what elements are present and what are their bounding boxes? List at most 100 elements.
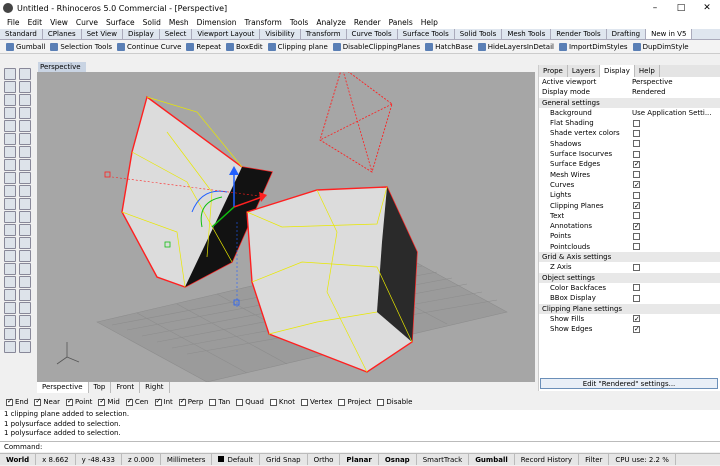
left-tool-11-1-icon[interactable] xyxy=(19,211,31,223)
left-tool-11-0-icon[interactable] xyxy=(4,211,16,223)
left-tool-4-0-icon[interactable] xyxy=(4,120,16,132)
panel-tab-layers[interactable]: Layers xyxy=(568,65,601,77)
osnap-perp[interactable]: Perp xyxy=(178,397,203,406)
left-tool-0-1-icon[interactable] xyxy=(19,68,31,80)
left-tool-2-1-icon[interactable] xyxy=(19,94,31,106)
left-tool-20-0-icon[interactable] xyxy=(4,328,16,340)
status-grid-snap[interactable]: Grid Snap xyxy=(260,454,308,465)
viewport-tab-right[interactable]: Right xyxy=(140,382,170,393)
viewport-title[interactable]: Perspective ▾ xyxy=(38,62,86,81)
osnap-end-checkbox[interactable] xyxy=(6,397,13,406)
left-tool-5-0-icon[interactable] xyxy=(4,133,16,145)
units-status[interactable]: Millimeters xyxy=(161,454,213,465)
menu-item-panels[interactable]: Panels xyxy=(385,16,417,29)
left-tool-18-0-icon[interactable] xyxy=(4,302,16,314)
command-line[interactable]: Command: xyxy=(0,441,720,452)
osnap-tan[interactable]: Tan xyxy=(209,398,230,406)
color-backfaces-checkbox[interactable] xyxy=(633,284,640,292)
flat-shading-checkbox[interactable] xyxy=(633,119,640,127)
z-axis-checkbox[interactable] xyxy=(633,263,640,271)
menu-item-analyze[interactable]: Analyze xyxy=(312,16,350,29)
tab-select[interactable]: Select xyxy=(160,29,193,39)
menu-item-dimension[interactable]: Dimension xyxy=(193,16,241,29)
edit-rendered-settings-button[interactable]: Edit "Rendered" settings... xyxy=(540,378,718,389)
points-checkbox[interactable] xyxy=(633,232,640,240)
surface-isocurves-checkbox[interactable] xyxy=(633,150,640,158)
left-tool-16-0-icon[interactable] xyxy=(4,276,16,288)
menu-item-edit[interactable]: Edit xyxy=(24,16,47,29)
tool-selection-tools[interactable]: Selection Tools xyxy=(50,42,112,51)
menu-item-render[interactable]: Render xyxy=(350,16,385,29)
curves-checkbox[interactable] xyxy=(633,180,640,190)
tool-dupdimstyle[interactable]: DupDimStyle xyxy=(632,42,689,51)
osnap-disable-checkbox[interactable] xyxy=(377,398,385,406)
show-edges-checkbox[interactable] xyxy=(633,324,640,334)
tab-surface-tools[interactable]: Surface Tools xyxy=(398,29,455,39)
left-tool-4-1-icon[interactable] xyxy=(19,120,31,132)
tool-clipping-plane[interactable]: Clipping plane xyxy=(267,42,328,51)
osnap-tan-checkbox[interactable] xyxy=(209,398,217,406)
left-tool-9-1-icon[interactable] xyxy=(19,185,31,197)
status-cpu-use-2-2-[interactable]: CPU use: 2.2 % xyxy=(609,454,676,465)
menu-item-view[interactable]: View xyxy=(46,16,72,29)
panel-tab-prope[interactable]: Prope xyxy=(539,65,568,77)
left-tool-15-0-icon[interactable] xyxy=(4,263,16,275)
left-tool-0-0-icon[interactable] xyxy=(4,68,16,80)
tab-new-in-v5[interactable]: New in V5 xyxy=(646,29,693,39)
menu-item-surface[interactable]: Surface xyxy=(102,16,139,29)
mesh-wires-checkbox[interactable] xyxy=(633,171,640,179)
tab-transform[interactable]: Transform xyxy=(301,29,347,39)
cplane-status[interactable]: World xyxy=(0,454,37,465)
left-tool-6-1-icon[interactable] xyxy=(19,146,31,158)
menu-item-transform[interactable]: Transform xyxy=(241,16,286,29)
left-tool-1-1-icon[interactable] xyxy=(19,81,31,93)
menu-item-curve[interactable]: Curve xyxy=(72,16,102,29)
left-tool-12-0-icon[interactable] xyxy=(4,224,16,236)
tool-disableclippingplanes[interactable]: DisableClippingPlanes xyxy=(332,42,420,51)
left-tool-3-1-icon[interactable] xyxy=(19,107,31,119)
close-icon[interactable]: ✕ xyxy=(694,0,720,16)
osnap-near-checkbox[interactable] xyxy=(34,397,42,406)
shadows-checkbox[interactable] xyxy=(633,140,640,148)
tab-display[interactable]: Display xyxy=(123,29,160,39)
left-tool-21-1-icon[interactable] xyxy=(19,341,31,353)
left-tool-6-0-icon[interactable] xyxy=(4,146,16,158)
viewport-tab-top[interactable]: Top xyxy=(89,382,112,393)
left-tool-8-1-icon[interactable] xyxy=(19,172,31,184)
viewport-canvas[interactable] xyxy=(37,72,535,382)
left-tool-5-1-icon[interactable] xyxy=(19,133,31,145)
layer-status[interactable]: Default xyxy=(212,454,261,465)
active-viewport-value[interactable]: Perspective xyxy=(632,77,673,87)
left-tool-3-0-icon[interactable] xyxy=(4,107,16,119)
left-tool-2-0-icon[interactable] xyxy=(4,94,16,106)
left-tool-15-1-icon[interactable] xyxy=(19,263,31,275)
status-planar[interactable]: Planar xyxy=(340,454,379,465)
status-gumball[interactable]: Gumball xyxy=(469,454,515,465)
left-tool-9-0-icon[interactable] xyxy=(4,185,16,197)
osnap-end[interactable]: End xyxy=(6,397,28,406)
osnap-mid[interactable]: Mid xyxy=(98,397,120,406)
left-tool-13-1-icon[interactable] xyxy=(19,237,31,249)
menu-item-help[interactable]: Help xyxy=(417,16,442,29)
left-tool-1-0-icon[interactable] xyxy=(4,81,16,93)
osnap-knot[interactable]: Knot xyxy=(269,398,295,406)
osnap-disable[interactable]: Disable xyxy=(377,398,412,406)
left-tool-19-1-icon[interactable] xyxy=(19,315,31,327)
display-mode-select[interactable]: Rendered xyxy=(632,87,666,97)
tab-drafting[interactable]: Drafting xyxy=(607,29,647,39)
menu-item-tools[interactable]: Tools xyxy=(286,16,312,29)
left-tool-18-1-icon[interactable] xyxy=(19,302,31,314)
tool-boxedit[interactable]: BoxEdit xyxy=(226,42,263,51)
left-tool-7-0-icon[interactable] xyxy=(4,159,16,171)
osnap-near[interactable]: Near xyxy=(34,397,60,406)
panel-tab-display[interactable]: Display xyxy=(600,65,635,77)
maximize-icon[interactable]: □ xyxy=(668,0,694,16)
bbox-display-checkbox[interactable] xyxy=(633,294,640,302)
tool-continue-curve[interactable]: Continue Curve xyxy=(117,42,181,51)
tool-repeat[interactable]: Repeat xyxy=(186,42,221,51)
tab-solid-tools[interactable]: Solid Tools xyxy=(455,29,503,39)
tab-visibility[interactable]: Visibility xyxy=(260,29,301,39)
viewport-tab-perspective[interactable]: Perspective xyxy=(37,382,89,393)
perspective-viewport[interactable] xyxy=(37,72,535,382)
osnap-project[interactable]: Project xyxy=(338,398,371,406)
